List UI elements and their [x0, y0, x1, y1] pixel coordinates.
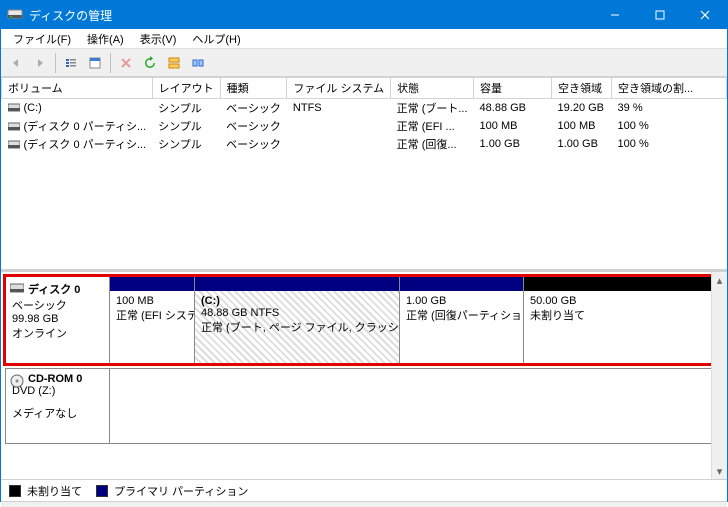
menu-file[interactable]: ファイル(F) — [7, 29, 77, 49]
disk-0-state: オンライン — [12, 325, 103, 341]
toolbar — [1, 49, 727, 77]
col-filesystem[interactable]: ファイル システム — [287, 78, 391, 99]
delete-button[interactable] — [115, 52, 137, 74]
col-type[interactable]: 種類 — [220, 78, 287, 99]
graphic-pane[interactable]: ディスク 0 ベーシック 99.98 GB オンライン 100 MB 正常 (E… — [1, 272, 727, 479]
properties-button[interactable] — [84, 52, 106, 74]
maximize-button[interactable] — [637, 1, 682, 29]
disk-0-name: ディスク 0 — [28, 281, 103, 297]
partition-unallocated[interactable]: 50.00 GB 未割り当て — [523, 277, 722, 363]
scroll-up-icon[interactable]: ▴ — [712, 272, 727, 288]
legend: 未割り当て プライマリ パーティション — [1, 479, 727, 501]
legend-swatch-primary — [96, 485, 108, 497]
table-row[interactable]: (ディスク 0 パーティシ...シンプルベーシック正常 (EFI ...100 … — [2, 117, 727, 135]
disk-0-type: ベーシック — [12, 297, 103, 313]
app-icon — [7, 7, 23, 23]
col-layout[interactable]: レイアウト — [152, 78, 220, 99]
cdrom-drive: DVD (Z:) — [12, 385, 103, 397]
detail-view-button[interactable] — [163, 52, 185, 74]
toolbar-separator — [55, 53, 56, 73]
close-button[interactable] — [682, 1, 727, 29]
forward-button[interactable] — [29, 52, 51, 74]
menu-action[interactable]: 操作(A) — [81, 29, 130, 49]
legend-unalloc: 未割り当て — [27, 483, 82, 499]
refresh-button[interactable] — [139, 52, 161, 74]
cdrom-0-row[interactable]: CD-ROM 0 DVD (Z:) メディアなし — [5, 368, 723, 444]
table-row[interactable]: (C:)シンプルベーシックNTFS正常 (ブート...48.88 GB19.20… — [2, 99, 727, 118]
legend-swatch-unalloc — [9, 485, 21, 497]
volume-list-pane[interactable]: ボリューム レイアウト 種類 ファイル システム 状態 容量 空き領域 空き領域… — [1, 77, 727, 272]
col-volume[interactable]: ボリューム — [2, 78, 153, 99]
window-title: ディスクの管理 — [29, 7, 592, 24]
col-freepct[interactable]: 空き領域の割... — [612, 78, 727, 99]
menu-help[interactable]: ヘルプ(H) — [186, 29, 246, 49]
back-button[interactable] — [5, 52, 27, 74]
toolbar-separator — [110, 53, 111, 73]
disk-0-size: 99.98 GB — [12, 313, 103, 325]
partition-efi[interactable]: 100 MB 正常 (EFI システム — [110, 277, 194, 363]
legend-primary: プライマリ パーティション — [114, 483, 248, 499]
col-free[interactable]: 空き領域 — [552, 78, 612, 99]
disk-0-info: ディスク 0 ベーシック 99.98 GB オンライン — [6, 277, 110, 363]
menu-view[interactable]: 表示(V) — [134, 29, 183, 49]
partition-recovery[interactable]: 1.00 GB 正常 (回復パーティション) — [399, 277, 523, 363]
col-status[interactable]: 状態 — [391, 78, 474, 99]
volume-table: ボリューム レイアウト 種類 ファイル システム 状態 容量 空き領域 空き領域… — [1, 77, 727, 153]
disk-0-row[interactable]: ディスク 0 ベーシック 99.98 GB オンライン 100 MB 正常 (E… — [5, 276, 723, 364]
col-capacity[interactable]: 容量 — [474, 78, 552, 99]
cdrom-name: CD-ROM 0 — [28, 373, 103, 385]
scroll-down-icon[interactable]: ▾ — [712, 463, 727, 479]
vertical-scrollbar[interactable]: ▴ ▾ — [711, 272, 727, 479]
menubar: ファイル(F) 操作(A) 表示(V) ヘルプ(H) — [1, 29, 727, 49]
refresh-list-button[interactable] — [60, 52, 82, 74]
cdrom-state: メディアなし — [12, 405, 103, 421]
cdrom-0-info: CD-ROM 0 DVD (Z:) メディアなし — [6, 369, 110, 443]
partition-c[interactable]: (C:) 48.88 GB NTFS 正常 (ブート, ページ ファイル, クラ… — [194, 277, 399, 363]
graphic-view-button[interactable] — [187, 52, 209, 74]
table-row[interactable]: (ディスク 0 パーティシ...シンプルベーシック正常 (回復...1.00 G… — [2, 135, 727, 153]
minimize-button[interactable] — [592, 1, 637, 29]
titlebar: ディスクの管理 — [1, 1, 727, 29]
